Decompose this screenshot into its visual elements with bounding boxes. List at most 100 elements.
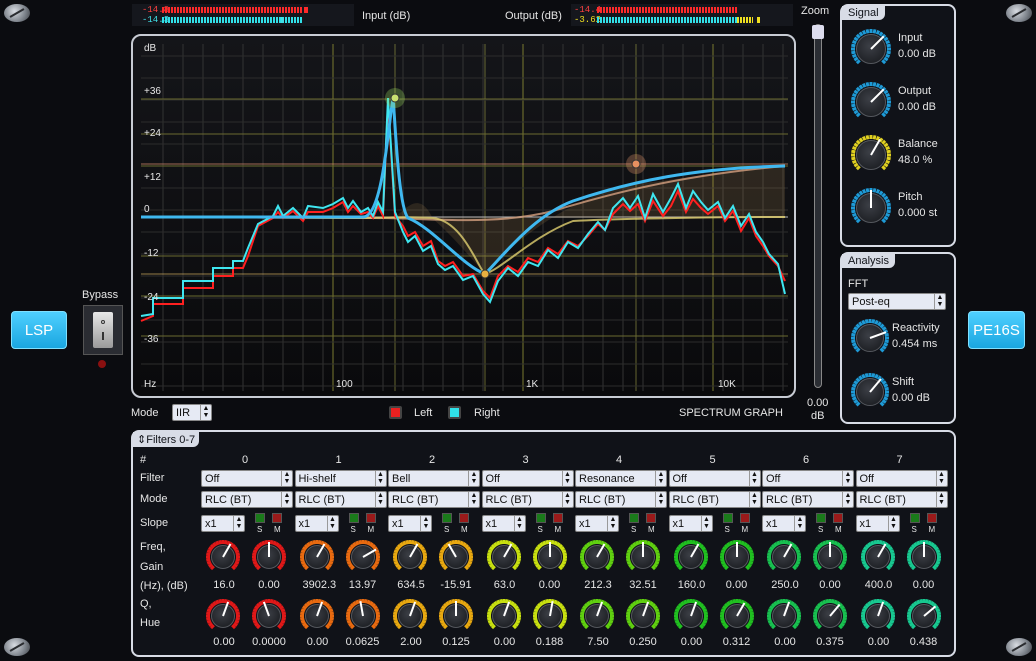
signal-knob-balance[interactable]: [850, 134, 892, 176]
filter-slope-select[interactable]: x1 ▲ ▼: [294, 515, 339, 532]
hue-value: 0.375: [816, 636, 844, 648]
zoom-slider[interactable]: [812, 24, 824, 388]
filter-slope-select[interactable]: x1 ▲ ▼: [668, 515, 713, 532]
hue-knob[interactable]: [251, 598, 287, 634]
mute-button[interactable]: [365, 513, 376, 523]
filter-type-select[interactable]: Off ▲ ▼: [855, 470, 948, 487]
mute-button[interactable]: [739, 513, 750, 523]
filter-slope-select[interactable]: x1 ▲ ▼: [575, 515, 619, 532]
hue-knob[interactable]: [906, 598, 942, 634]
filter-slope-select[interactable]: x1 ▲ ▼: [855, 515, 900, 532]
mute-button[interactable]: [272, 513, 282, 523]
filters-bank-select[interactable]: ⇕Filters 0-7: [133, 432, 200, 447]
gain-knob[interactable]: [251, 539, 287, 575]
row-label-freq: Freq,: [140, 541, 166, 553]
zoom-slider-handle[interactable]: [812, 25, 824, 39]
gain-knob[interactable]: [532, 539, 568, 575]
solo-button[interactable]: [816, 513, 826, 523]
signal-knob-input[interactable]: [850, 28, 892, 70]
solo-button[interactable]: [255, 513, 265, 523]
left-channel-toggle[interactable]: [389, 406, 402, 419]
freq-knob[interactable]: [299, 539, 335, 575]
freq-knob[interactable]: [486, 539, 522, 575]
q-knob[interactable]: [860, 598, 896, 634]
solo-button[interactable]: [629, 513, 639, 523]
filter-type-select[interactable]: Off ▲ ▼: [668, 470, 761, 487]
gain-knob[interactable]: [812, 539, 848, 575]
filter-slope-select[interactable]: x1 ▲ ▼: [201, 515, 245, 532]
signal-knob-output[interactable]: [850, 81, 892, 123]
analysis-knob-reactivity[interactable]: [850, 318, 890, 358]
mute-button[interactable]: [459, 513, 469, 523]
filter-mode-select[interactable]: RLC (BT) ▲ ▼: [201, 491, 293, 508]
q-knob[interactable]: [299, 598, 335, 634]
freq-knob[interactable]: [205, 539, 241, 575]
filter-mode-select[interactable]: RLC (BT) ▲ ▼: [481, 491, 574, 508]
gain-knob[interactable]: [906, 539, 942, 575]
mute-button[interactable]: [552, 513, 563, 523]
analysis-knob-shift[interactable]: [850, 372, 890, 412]
gain-knob[interactable]: [438, 539, 474, 575]
filter-mode-select[interactable]: RLC (BT) ▲ ▼: [294, 491, 387, 508]
right-channel-toggle[interactable]: [448, 406, 461, 419]
q-knob[interactable]: [579, 598, 615, 634]
filter-mode-select[interactable]: RLC (BT) ▲ ▼: [855, 491, 948, 508]
filter-type-select[interactable]: Bell ▲ ▼: [388, 470, 480, 487]
freq-knob[interactable]: [392, 539, 428, 575]
solo-button[interactable]: [722, 513, 733, 523]
solo-button[interactable]: [348, 513, 359, 523]
freq-value: 212.3: [584, 579, 612, 591]
hue-knob[interactable]: [625, 598, 661, 634]
q-knob[interactable]: [766, 598, 802, 634]
filter-slope-select[interactable]: x1 ▲ ▼: [388, 515, 432, 532]
freq-knob[interactable]: [860, 539, 896, 575]
hue-knob[interactable]: [719, 598, 755, 634]
plugin-name-button[interactable]: PE16S: [968, 311, 1025, 349]
filter-mode-select[interactable]: RLC (BT) ▲ ▼: [388, 491, 480, 508]
hue-knob[interactable]: [345, 598, 381, 634]
hue-knob[interactable]: [438, 598, 474, 634]
combo-arrows-icon: ▲ ▼: [561, 492, 573, 507]
filter-mode-select[interactable]: RLC (BT) ▲ ▼: [575, 491, 667, 508]
mute-button[interactable]: [646, 513, 656, 523]
mute-button[interactable]: [833, 513, 843, 523]
solo-button[interactable]: [909, 513, 920, 523]
lsp-button[interactable]: LSP: [11, 311, 67, 349]
filter-mode-select[interactable]: RLC (BT) ▲ ▼: [762, 491, 854, 508]
screw-icon: [1006, 4, 1032, 22]
bypass-led: [98, 360, 106, 368]
q-knob[interactable]: [486, 598, 522, 634]
solo-button[interactable]: [442, 513, 452, 523]
filter-slope-select[interactable]: x1 ▲ ▼: [762, 515, 806, 532]
filter-mode-select[interactable]: RLC (BT) ▲ ▼: [668, 491, 761, 508]
hue-knob[interactable]: [532, 598, 568, 634]
filter-type-select[interactable]: Off ▲ ▼: [762, 470, 854, 487]
q-knob[interactable]: [205, 598, 241, 634]
mode-select[interactable]: IIR ▲ ▼: [172, 404, 212, 421]
gain-knob[interactable]: [625, 539, 661, 575]
solo-button[interactable]: [535, 513, 546, 523]
fft-select[interactable]: Post-eq ▲ ▼: [848, 293, 946, 310]
filter-type-select[interactable]: Hi-shelf ▲ ▼: [294, 470, 387, 487]
gain-knob[interactable]: [719, 539, 755, 575]
combo-arrows-icon: ▲ ▼: [935, 492, 947, 507]
filter-type-select[interactable]: Resonance ▲ ▼: [575, 470, 667, 487]
bypass-switch[interactable]: [83, 305, 123, 355]
gain-knob[interactable]: [345, 539, 381, 575]
combo-arrows-icon: ▲ ▼: [233, 516, 244, 531]
freq-knob[interactable]: [579, 539, 615, 575]
freq-knob[interactable]: [673, 539, 709, 575]
mute-button[interactable]: [926, 513, 937, 523]
row-label-slope: Slope: [140, 517, 169, 529]
spectrum-graph[interactable]: dB Hz +36 +24 +12 0 -12 -24 -36 100 1K 1…: [131, 34, 796, 398]
q-knob[interactable]: [392, 598, 428, 634]
filter-slope-select[interactable]: x1 ▲ ▼: [481, 515, 526, 532]
freq-knob[interactable]: [766, 539, 802, 575]
filter-type-select[interactable]: Off ▲ ▼: [201, 470, 293, 487]
hue-knob[interactable]: [812, 598, 848, 634]
right-channel-label: Right: [474, 407, 500, 419]
gain-value: 0.00: [912, 579, 935, 591]
q-knob[interactable]: [673, 598, 709, 634]
signal-knob-pitch[interactable]: [850, 187, 892, 229]
filter-type-select[interactable]: Off ▲ ▼: [481, 470, 574, 487]
